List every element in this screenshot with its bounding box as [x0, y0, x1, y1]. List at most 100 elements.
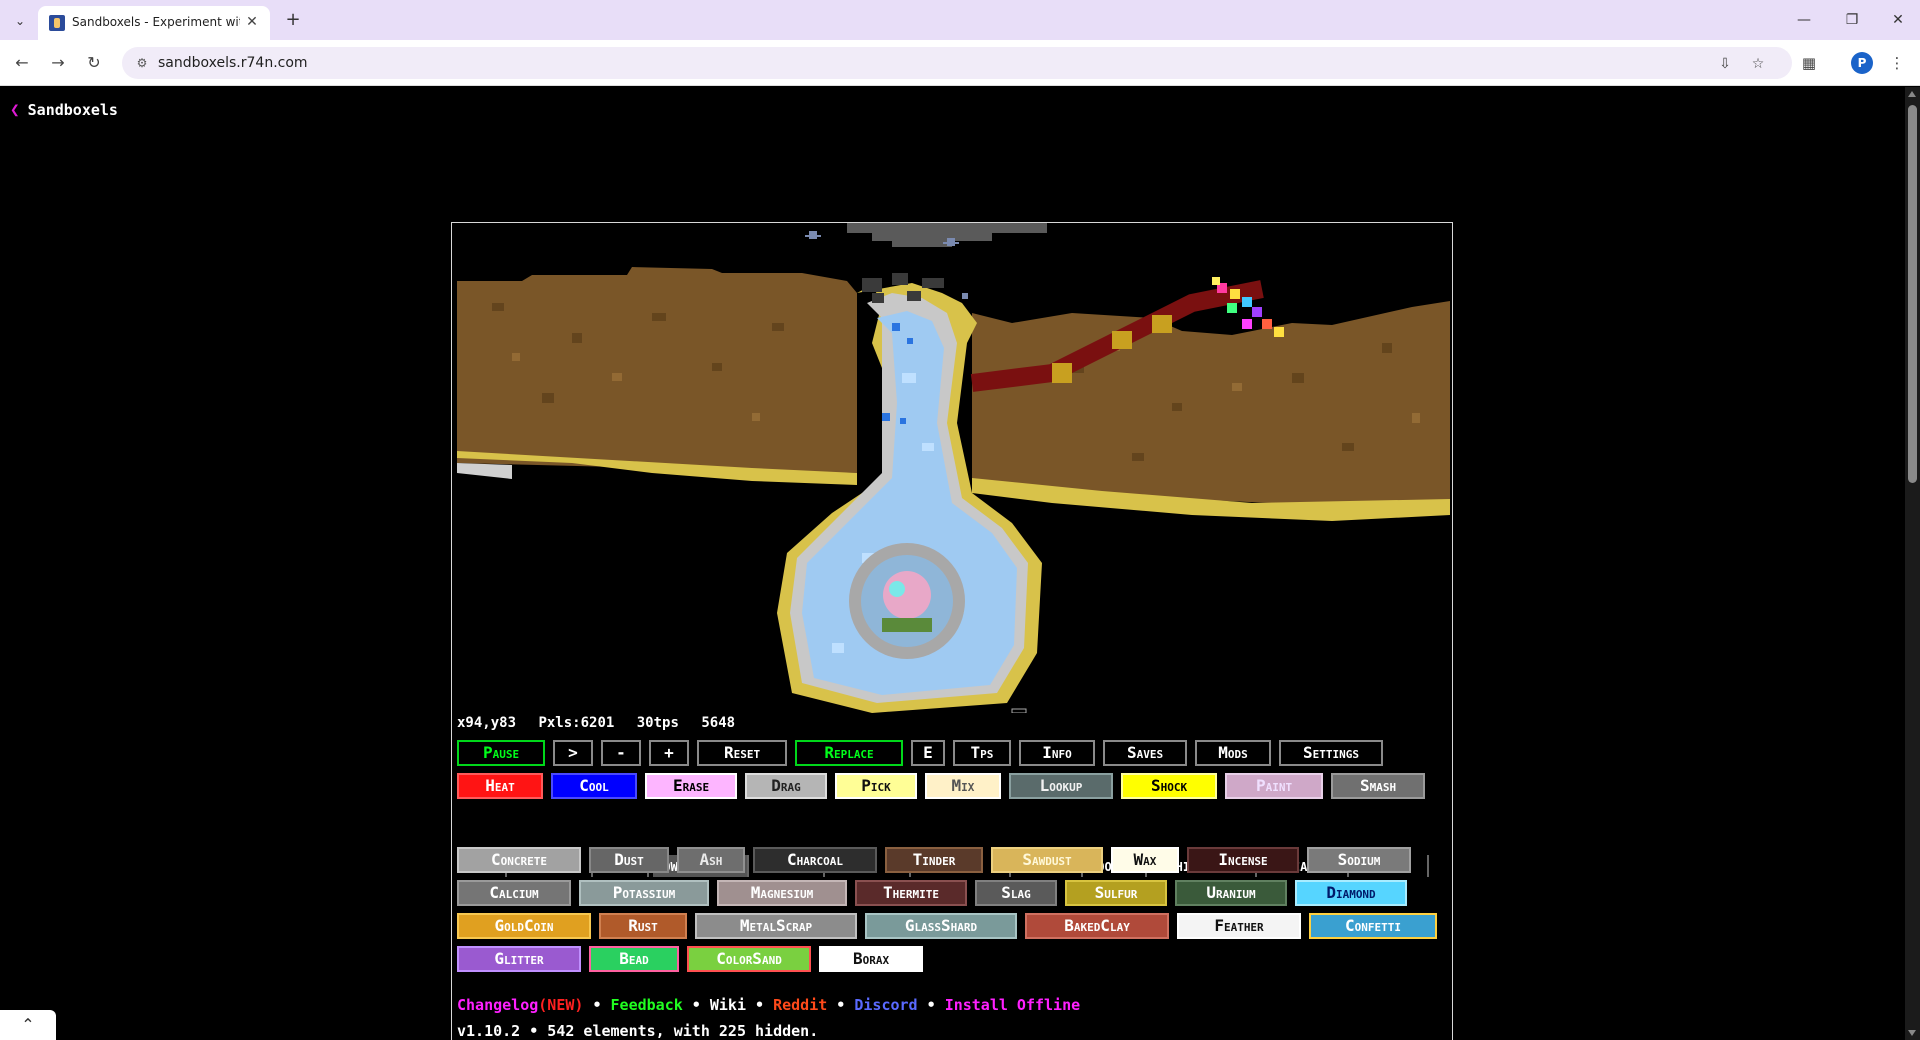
tool-shock-button[interactable]: Shock: [1121, 773, 1217, 799]
scroll-up-icon[interactable]: [1908, 91, 1916, 97]
control-e-button[interactable]: E: [911, 740, 945, 766]
element-bead-button[interactable]: Bead: [589, 946, 679, 972]
forward-arrow-icon[interactable]: →: [47, 52, 69, 74]
footer-link-reddit[interactable]: Reddit: [773, 996, 827, 1014]
game-canvas[interactable]: [452, 223, 1452, 713]
control-info-button[interactable]: Info: [1019, 740, 1095, 766]
tool-heat-button[interactable]: Heat: [457, 773, 543, 799]
tool-erase-button[interactable]: Erase: [645, 773, 737, 799]
reload-icon[interactable]: ↻: [83, 52, 105, 74]
element-borax-button[interactable]: Borax: [819, 946, 923, 972]
bookmark-star-icon[interactable]: ☆: [1749, 55, 1767, 73]
scroll-down-icon[interactable]: [1908, 1030, 1916, 1036]
link-separator: •: [682, 996, 710, 1014]
footer-link-feedback[interactable]: Feedback: [611, 996, 683, 1014]
element-thermite-button[interactable]: Thermite: [855, 880, 967, 906]
control-saves-button[interactable]: Saves: [1103, 740, 1187, 766]
element-glitter-button[interactable]: Glitter: [457, 946, 581, 972]
tool-paint-button[interactable]: Paint: [1225, 773, 1323, 799]
new-tab-button[interactable]: +: [282, 9, 304, 31]
element-sawdust-button[interactable]: Sawdust: [991, 847, 1103, 873]
game-container: x94,y83 Pxls:6201 30tps 5648 Pause > - + Res…: [451, 222, 1453, 1040]
footer-link-changelog[interactable]: Changelog: [457, 996, 538, 1014]
tool-pick-button[interactable]: Pick: [835, 773, 917, 799]
element-magnesium-button[interactable]: Magnesium: [717, 880, 847, 906]
pixel-count: Pxls:6201: [538, 715, 615, 731]
link-separator: •: [917, 996, 945, 1014]
page-scrollbar[interactable]: [1905, 87, 1920, 1040]
control-tps-button[interactable]: Tps: [953, 740, 1011, 766]
element-potassium-button[interactable]: Potassium: [579, 880, 709, 906]
control-replace-button[interactable]: Replace: [795, 740, 903, 766]
restore-icon[interactable]: ❐: [1840, 10, 1864, 30]
browser-toolbar: ← → ↻ ⚙ sandboxels.r74n.com ⇩ ☆ ▦ P ⋮: [0, 40, 1920, 86]
element-sodium-button[interactable]: Sodium: [1307, 847, 1411, 873]
footer-links: Changelog(NEW) • Feedback • Wiki • Reddi…: [457, 996, 1080, 1014]
version-info: v1.10.2 • 542 elements, with 225 hidden.: [457, 1022, 819, 1040]
element-diamond-button[interactable]: Diamond: [1295, 880, 1407, 906]
element-calcium-button[interactable]: Calcium: [457, 880, 571, 906]
footer-link-wiki[interactable]: Wiki: [710, 996, 746, 1014]
footer-link-install-offline[interactable]: Install Offline: [945, 996, 1080, 1014]
link-separator: •: [583, 996, 611, 1014]
back-link-label: Sandboxels: [27, 101, 118, 119]
control-reset-button[interactable]: Reset: [697, 740, 787, 766]
tool-lookup-button[interactable]: Lookup: [1009, 773, 1113, 799]
tool-drag-button[interactable]: Drag: [745, 773, 827, 799]
tool-cool-button[interactable]: Cool: [551, 773, 637, 799]
page-content: ❮ Sandboxels x94,y83 Pxls:6201 30tps 564…: [0, 87, 1905, 1040]
control-item-button[interactable]: -: [601, 740, 641, 766]
tool-mix-button[interactable]: Mix: [925, 773, 1001, 799]
element-wax-button[interactable]: Wax: [1111, 847, 1179, 873]
back-link[interactable]: ❮ Sandboxels: [10, 100, 118, 119]
link-separator: •: [827, 996, 855, 1014]
element-bakedclay-button[interactable]: BakedClay: [1025, 913, 1169, 939]
profile-avatar[interactable]: P: [1851, 52, 1873, 74]
url-text[interactable]: sandboxels.r74n.com: [158, 55, 308, 71]
footer-link-new[interactable]: (NEW): [538, 996, 583, 1014]
element-metalscrap-button[interactable]: MetalScrap: [695, 913, 857, 939]
link-separator: •: [746, 996, 774, 1014]
tab-search-icon[interactable]: ⌄: [10, 11, 30, 31]
back-arrow-icon[interactable]: ←: [11, 52, 33, 74]
element-confetti-button[interactable]: Confetti: [1309, 913, 1437, 939]
install-app-icon[interactable]: ⇩: [1716, 55, 1734, 73]
minimize-icon[interactable]: —: [1792, 10, 1816, 30]
chevron-left-icon: ❮: [10, 100, 20, 119]
tab-close-icon[interactable]: ✕: [244, 14, 260, 30]
element-rust-button[interactable]: Rust: [599, 913, 687, 939]
close-window-icon[interactable]: ✕: [1886, 10, 1910, 30]
element-dust-button[interactable]: Dust: [589, 847, 669, 873]
element-charcoal-button[interactable]: Charcoal: [753, 847, 877, 873]
stats-bar: x94,y83 Pxls:6201 30tps 5648: [457, 715, 749, 731]
control-pause-button[interactable]: Pause: [457, 740, 545, 766]
site-info-icon[interactable]: ⚙: [134, 55, 150, 71]
element-ash-button[interactable]: Ash: [677, 847, 745, 873]
element-uranium-button[interactable]: Uranium: [1175, 880, 1287, 906]
control-settings-button[interactable]: Settings: [1279, 740, 1383, 766]
element-tinder-button[interactable]: Tinder: [885, 847, 983, 873]
control-item-button[interactable]: +: [649, 740, 689, 766]
chevron-up-icon[interactable]: ⌃: [0, 1010, 56, 1040]
footer-link-discord[interactable]: Discord: [854, 996, 917, 1014]
element-concrete-button[interactable]: Concrete: [457, 847, 581, 873]
tps-readout: 30tps: [636, 715, 679, 731]
element-colorsand-button[interactable]: ColorSand: [687, 946, 811, 972]
extensions-icon[interactable]: ▦: [1798, 52, 1820, 74]
tool-smash-button[interactable]: Smash: [1331, 773, 1425, 799]
element-slag-button[interactable]: Slag: [975, 880, 1057, 906]
element-feather-button[interactable]: Feather: [1177, 913, 1301, 939]
tab-title: Sandboxels - Experiment with P: [72, 15, 240, 29]
control-mods-button[interactable]: Mods: [1195, 740, 1271, 766]
address-bar[interactable]: ⚙ sandboxels.r74n.com ⇩ ☆: [122, 47, 1792, 79]
active-tab[interactable]: Sandboxels - Experiment with P ✕: [38, 6, 270, 40]
element-goldcoin-button[interactable]: GoldCoin: [457, 913, 591, 939]
favicon-icon: [49, 15, 65, 31]
element-incense-button[interactable]: Incense: [1187, 847, 1299, 873]
element-glassshard-button[interactable]: GlassShard: [865, 913, 1017, 939]
control-item-button[interactable]: >: [553, 740, 593, 766]
element-sulfur-button[interactable]: Sulfur: [1065, 880, 1167, 906]
scroll-thumb[interactable]: [1908, 105, 1917, 483]
more-menu-icon[interactable]: ⋮: [1886, 52, 1908, 74]
cursor-coords: x94,y83: [457, 715, 517, 731]
